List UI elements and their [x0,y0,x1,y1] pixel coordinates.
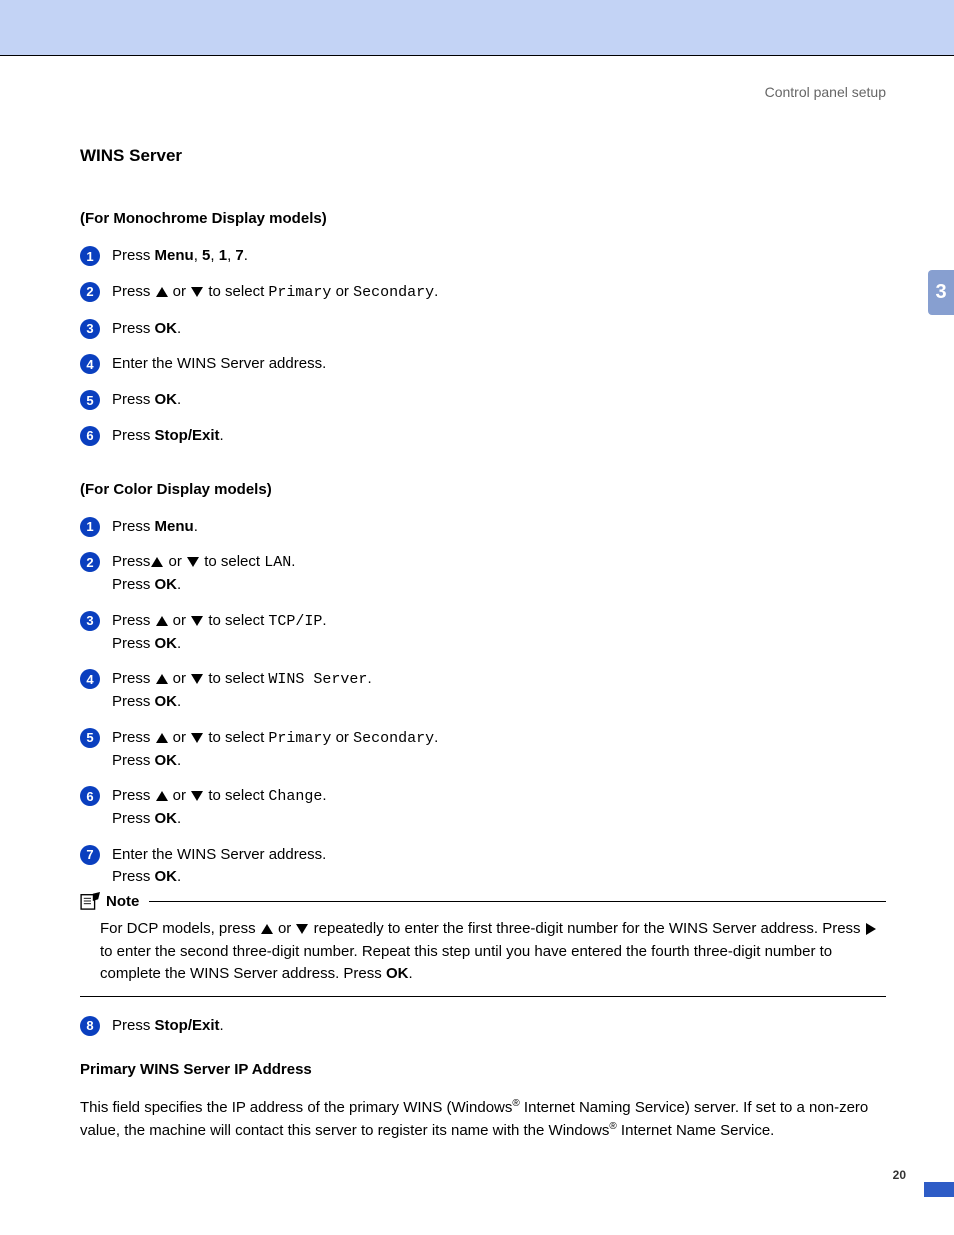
step-row: 2 Press or to select LAN. Press OK. [80,551,886,596]
step-row: 5 Press or to select Primary or Secondar… [80,727,886,772]
step-badge: 6 [80,426,100,446]
step-row: 1 Press Menu, 5, 1, 7. [80,245,886,267]
breadcrumb-label: Control panel setup [0,56,954,100]
step-text: Press or to select Change. Press OK. [112,785,327,830]
step-row: 2 Press or to select Primary or Secondar… [80,281,886,304]
step-row: 7 Enter the WINS Server address. Press O… [80,844,886,888]
up-arrow-icon [261,924,273,934]
step-text: Press or to select LAN. Press OK. [112,551,295,596]
page-number: 20 [893,1168,906,1182]
page-footer-bar [924,1182,954,1197]
top-header-band [0,0,954,56]
step-badge: 1 [80,246,100,266]
down-arrow-icon [191,733,203,743]
up-arrow-icon [156,791,168,801]
step-text: Enter the WINS Server address. [112,353,326,375]
color-step-list: 1 Press Menu. 2 Press or to select LAN. … [80,516,886,888]
step-row: 3 Press or to select TCP/IP. Press OK. [80,610,886,655]
step-text: Press or to select WINS Server. Press OK… [112,668,372,713]
up-arrow-icon [156,616,168,626]
step-row: 6 Press or to select Change. Press OK. [80,785,886,830]
chapter-tab: 3 [928,270,954,315]
step-row: 3 Press OK. [80,318,886,340]
up-arrow-icon [156,674,168,684]
step-badge: 8 [80,1016,100,1036]
step-row: 4 Enter the WINS Server address. [80,353,886,375]
primary-subheading: Primary WINS Server IP Address [80,1061,886,1078]
step-badge: 3 [80,319,100,339]
color-subheading: (For Color Display models) [80,481,886,498]
step-badge: 4 [80,669,100,689]
down-arrow-icon [191,287,203,297]
up-arrow-icon [156,733,168,743]
note-heading: Note [80,892,149,910]
down-arrow-icon [296,924,308,934]
step-row: 8 Press Stop/Exit. [80,1015,886,1037]
step-badge: 5 [80,390,100,410]
right-arrow-icon [866,923,876,935]
note-callout: Note For DCP models, press or repeatedly… [80,901,886,997]
step-text: Press Menu. [112,516,198,538]
step-badge: 6 [80,786,100,806]
note-icon [80,892,100,910]
step-badge: 7 [80,845,100,865]
note-body: For DCP models, press or repeatedly to e… [80,918,886,986]
step-badge: 2 [80,552,100,572]
page-content: WINS Server (For Monochrome Display mode… [0,146,954,1142]
down-arrow-icon [187,557,199,567]
step-text: Press or to select Primary or Secondary. [112,281,438,304]
step-badge: 5 [80,728,100,748]
step-badge: 2 [80,282,100,302]
step-text: Press Menu, 5, 1, 7. [112,245,248,267]
up-arrow-icon [156,287,168,297]
step-row: 5 Press OK. [80,389,886,411]
mono-step-list: 1 Press Menu, 5, 1, 7. 2 Press or to sel… [80,245,886,447]
step-text: Press or to select TCP/IP. Press OK. [112,610,327,655]
mono-subheading: (For Monochrome Display models) [80,210,886,227]
step-text: Press or to select Primary or Secondary.… [112,727,438,772]
section-title: WINS Server [80,146,886,166]
note-label: Note [106,893,139,910]
up-arrow-icon [151,557,163,567]
step-badge: 4 [80,354,100,374]
step-text: Press OK. [112,389,181,411]
step-row: 6 Press Stop/Exit. [80,425,886,447]
down-arrow-icon [191,616,203,626]
step-text: Press Stop/Exit. [112,1015,224,1037]
step-text: Press OK. [112,318,181,340]
step-badge: 3 [80,611,100,631]
step-text: Enter the WINS Server address. Press OK. [112,844,326,888]
down-arrow-icon [191,791,203,801]
step-row: 4 Press or to select WINS Server. Press … [80,668,886,713]
primary-paragraph: This field specifies the IP address of t… [80,1096,886,1143]
down-arrow-icon [191,674,203,684]
step-text: Press Stop/Exit. [112,425,224,447]
step-row: 1 Press Menu. [80,516,886,538]
step-badge: 1 [80,517,100,537]
